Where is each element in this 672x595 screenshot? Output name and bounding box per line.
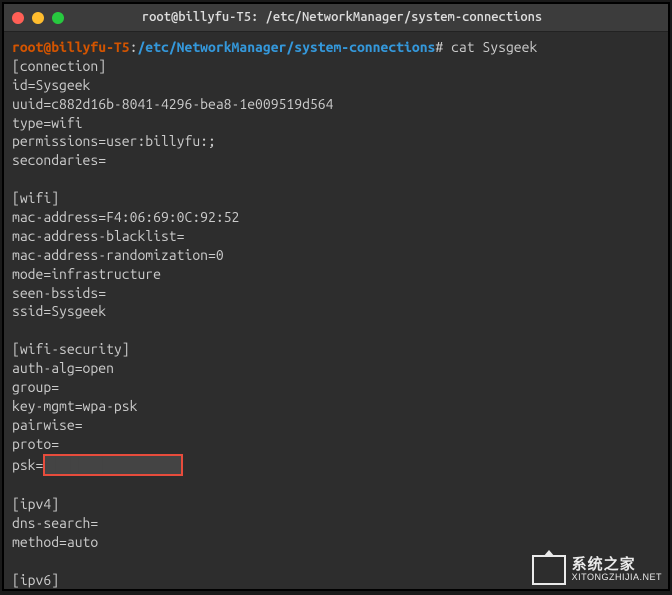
output-line: mac-address-randomization=0 [12, 246, 660, 265]
prompt-line: root@billyfu-T5:/etc/NetworkManager/syst… [12, 38, 660, 57]
psk-label: psk= [12, 457, 43, 473]
minimize-icon[interactable] [32, 12, 44, 24]
output-line: seen-bssids= [12, 284, 660, 303]
output-line: proto= [12, 435, 660, 454]
blank-line [12, 476, 660, 495]
prompt-user: root@billyfu-T5 [12, 39, 130, 55]
output-line: auth-alg=open [12, 359, 660, 378]
output-line: mac-address-blacklist= [12, 227, 660, 246]
watermark: 系统之家 XITONGZHIJIA.NET [532, 555, 662, 585]
watermark-title: 系统之家 [572, 557, 662, 574]
terminal-body[interactable]: root@billyfu-T5:/etc/NetworkManager/syst… [4, 32, 668, 589]
psk-line: psk=██████████ [12, 454, 660, 477]
output-line: mode=infrastructure [12, 265, 660, 284]
output-line: permissions=user:billyfu:; [12, 132, 660, 151]
output-line: mac-address=F4:06:69:0C:92:52 [12, 208, 660, 227]
output-line: [connection] [12, 57, 660, 76]
maximize-icon[interactable] [52, 12, 64, 24]
output-line: [ipv4] [12, 495, 660, 514]
house-icon [532, 555, 566, 585]
output-line: secondaries= [12, 151, 660, 170]
output-line: pairwise= [12, 416, 660, 435]
output-line: [wifi-security] [12, 340, 660, 359]
output-line: type=wifi [12, 114, 660, 133]
blank-line [12, 321, 660, 340]
watermark-text: 系统之家 XITONGZHIJIA.NET [572, 557, 662, 583]
watermark-url: XITONGZHIJIA.NET [572, 573, 662, 583]
psk-redacted-box: ██████████ [43, 454, 183, 477]
output-line: group= [12, 378, 660, 397]
window-title: root@billyfu-T5: /etc/NetworkManager/sys… [84, 9, 600, 27]
terminal-window: root@billyfu-T5: /etc/NetworkManager/sys… [2, 2, 670, 591]
window-controls [12, 12, 64, 24]
titlebar: root@billyfu-T5: /etc/NetworkManager/sys… [4, 4, 668, 32]
prompt-path: /etc/NetworkManager/system-connections [137, 39, 435, 55]
close-icon[interactable] [12, 12, 24, 24]
output-line: ssid=Sysgeek [12, 302, 660, 321]
output-line: method=auto [12, 533, 660, 552]
blank-line [12, 170, 660, 189]
output-line: key-mgmt=wpa-psk [12, 397, 660, 416]
command-text: cat Sysgeek [451, 39, 537, 55]
prompt-symbol: # [435, 39, 443, 55]
output-line: id=Sysgeek [12, 76, 660, 95]
output-line: dns-search= [12, 514, 660, 533]
output-line: [wifi] [12, 189, 660, 208]
output-line: uuid=c882d16b-8041-4296-bea8-1e009519d56… [12, 95, 660, 114]
